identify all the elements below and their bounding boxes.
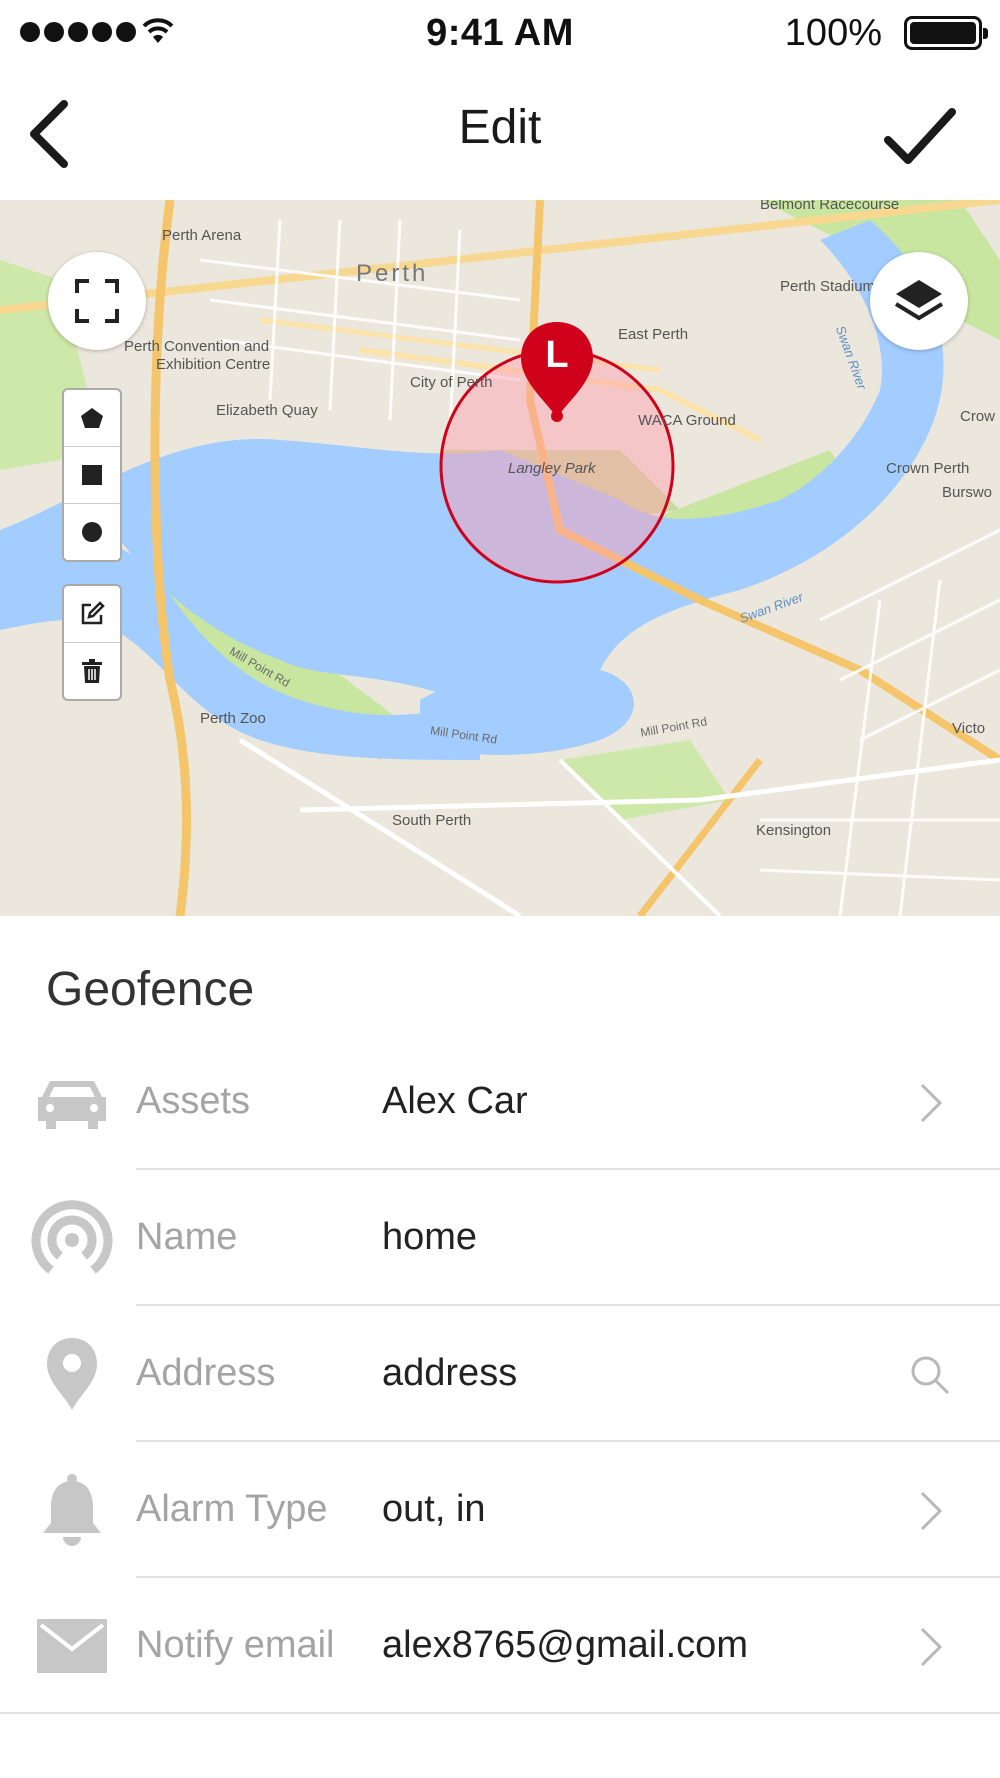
map-label: Perth Arena — [162, 227, 242, 244]
map-label: Perth Zoo — [200, 710, 266, 727]
map-label: Crown Perth — [886, 460, 970, 477]
map-label: Burswo — [942, 484, 993, 501]
pentagon-icon — [81, 408, 103, 428]
nav-bar: Edit — [0, 64, 1000, 200]
marker-letter: L — [545, 334, 569, 376]
checkmark-done-icon[interactable] — [882, 102, 958, 172]
map-label: City of Perth — [410, 374, 493, 391]
assets-row[interactable]: Assets Alex Car — [0, 1034, 1000, 1170]
rectangle-tool-button[interactable] — [64, 447, 120, 504]
address-row[interactable]: Address address — [0, 1306, 1000, 1442]
map-view[interactable]: Perth Arena Perth Perth Stadium Perth Co… — [0, 200, 1000, 916]
map-background — [0, 200, 1000, 916]
fullscreen-icon — [75, 279, 119, 323]
location-pin-icon — [28, 1334, 116, 1414]
alarm-type-value: out, in — [382, 1488, 486, 1530]
circle-icon — [82, 522, 102, 542]
battery-icon — [904, 16, 988, 50]
square-icon — [82, 465, 102, 485]
layers-button[interactable] — [870, 252, 968, 350]
alarm-type-label: Alarm Type — [136, 1488, 328, 1530]
map-label: Perth — [356, 260, 429, 287]
chevron-right-icon — [910, 1488, 950, 1534]
row-divider — [0, 1712, 1000, 1714]
assets-label: Assets — [136, 1080, 251, 1122]
map-label: Crow — [960, 408, 996, 425]
signal-icon — [28, 1198, 116, 1278]
assets-value: Alex Car — [382, 1080, 528, 1122]
trash-icon — [82, 659, 102, 683]
draw-shape-toolbox — [62, 388, 122, 562]
name-input[interactable]: home — [382, 1216, 477, 1259]
notify-email-label: Notify email — [136, 1624, 335, 1666]
map-label: Victo — [952, 720, 986, 737]
delete-shape-button[interactable] — [64, 643, 120, 699]
chevron-right-icon — [910, 1080, 950, 1126]
map-label: Langley Park — [508, 460, 596, 477]
car-icon — [28, 1062, 116, 1142]
map-label: Elizabeth Quay — [216, 402, 318, 419]
address-input[interactable]: address — [382, 1352, 517, 1395]
map-label: Exhibition Centre — [156, 356, 271, 373]
map-label: East Perth — [618, 326, 689, 343]
section-title: Geofence — [46, 963, 255, 1016]
polygon-tool-button[interactable] — [64, 390, 120, 447]
page-title: Edit — [458, 101, 542, 154]
edit-shape-button[interactable] — [64, 586, 120, 643]
battery-percent: 100% — [784, 12, 882, 54]
status-bar: 9:41 AM 100% — [0, 0, 1000, 64]
circle-tool-button[interactable] — [64, 504, 120, 560]
name-label: Name — [136, 1216, 238, 1258]
map-label: Kensington — [756, 822, 832, 839]
map-label: Perth Stadium — [780, 278, 876, 295]
notify-email-row[interactable]: Notify email alex8765@gmail.com — [0, 1578, 1000, 1714]
name-row[interactable]: Name home — [0, 1170, 1000, 1306]
layers-icon — [894, 280, 944, 321]
chevron-right-icon — [910, 1624, 950, 1670]
edit-toolbox — [62, 584, 122, 701]
bell-icon — [28, 1470, 116, 1550]
fullscreen-button[interactable] — [48, 252, 146, 350]
alarm-type-row[interactable]: Alarm Type out, in — [0, 1442, 1000, 1578]
map-label: WACA Ground — [638, 412, 736, 429]
notify-email-value: alex8765@gmail.com — [382, 1624, 748, 1666]
map-label: Belmont Racecourse — [760, 200, 900, 213]
envelope-icon — [28, 1606, 116, 1686]
edit-icon — [81, 601, 105, 625]
map-label: Perth Convention and — [124, 338, 270, 355]
map-label: South Perth — [392, 812, 472, 829]
address-label: Address — [136, 1352, 276, 1394]
search-icon[interactable] — [910, 1352, 950, 1398]
